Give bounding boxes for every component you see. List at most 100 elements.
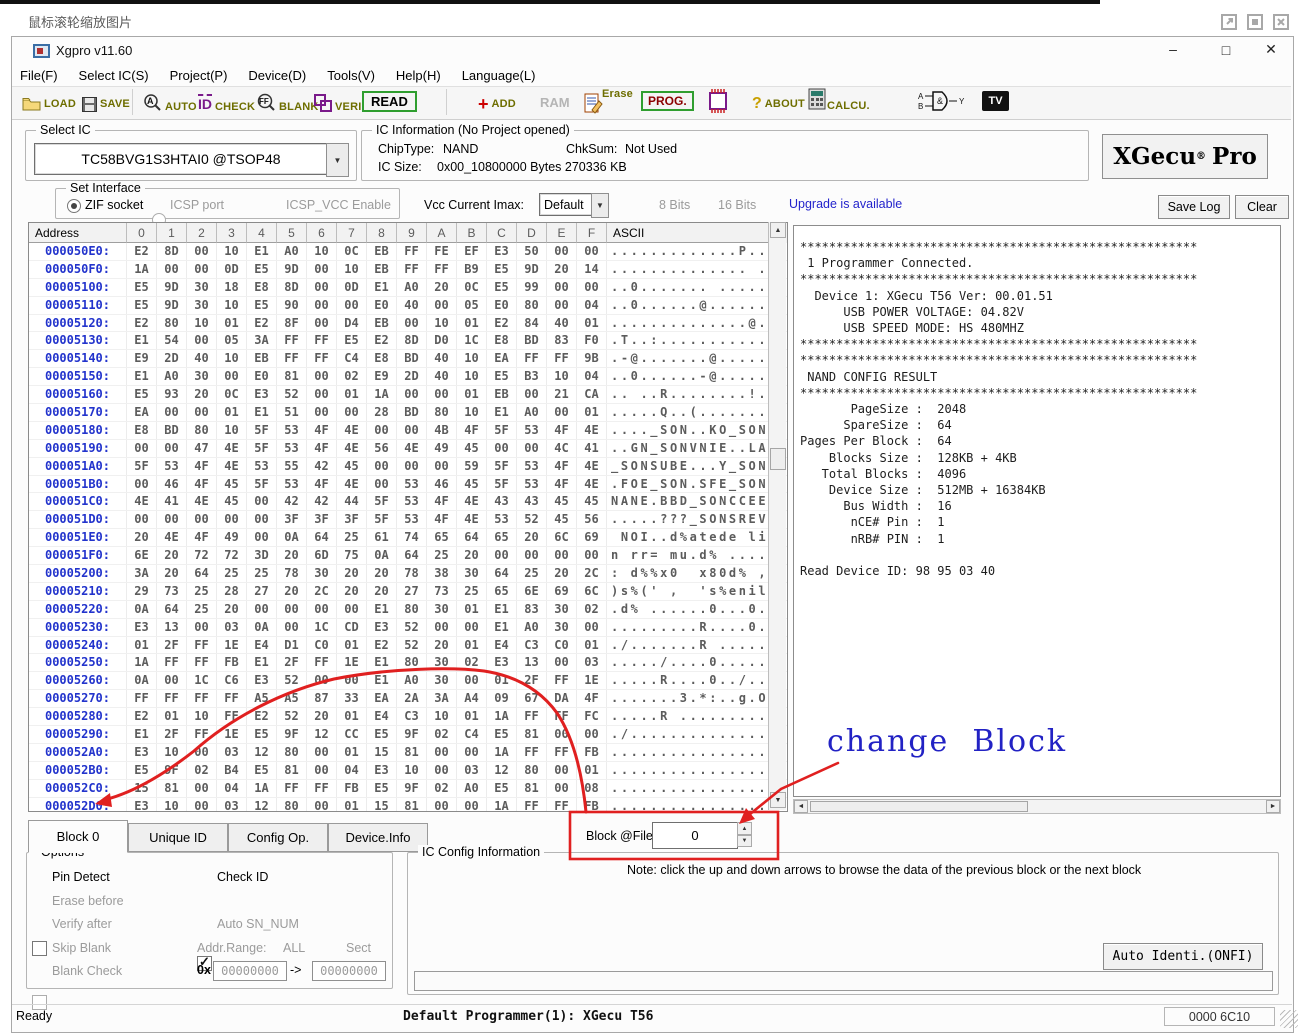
hex-byte[interactable]: 00: [427, 744, 457, 761]
hex-byte[interactable]: 45: [217, 493, 247, 510]
minimize-button[interactable]: –: [1163, 41, 1183, 57]
hex-byte[interactable]: 00: [187, 511, 217, 528]
hex-byte[interactable]: 0A: [367, 547, 397, 564]
hex-byte[interactable]: 00: [187, 744, 217, 761]
hex-byte[interactable]: FF: [547, 798, 577, 812]
hex-byte[interactable]: 20: [217, 601, 247, 618]
hex-byte[interactable]: 00: [217, 368, 247, 385]
hex-byte[interactable]: CC: [337, 726, 367, 743]
hex-byte[interactable]: EB: [367, 261, 397, 278]
hex-byte[interactable]: FB: [577, 744, 607, 761]
hex-byte[interactable]: 52: [397, 637, 427, 654]
hex-byte[interactable]: E1: [247, 404, 277, 421]
hex-byte[interactable]: 10: [457, 404, 487, 421]
hex-byte[interactable]: 05: [217, 332, 247, 349]
hex-byte[interactable]: E1: [367, 279, 397, 296]
hex-byte[interactable]: 1A: [367, 386, 397, 403]
hex-byte[interactable]: 00: [157, 672, 187, 689]
hex-byte[interactable]: 33: [337, 690, 367, 707]
hex-byte[interactable]: FF: [277, 350, 307, 367]
hex-byte[interactable]: 56: [577, 511, 607, 528]
hex-byte[interactable]: E2: [127, 243, 157, 260]
hex-byte[interactable]: 8D: [277, 279, 307, 296]
hex-byte[interactable]: D4: [337, 315, 367, 332]
hex-byte[interactable]: 30: [307, 565, 337, 582]
hex-byte[interactable]: 9F: [277, 726, 307, 743]
hex-byte[interactable]: 10: [457, 350, 487, 367]
hex-byte[interactable]: 45: [547, 493, 577, 510]
ram-button[interactable]: RAM: [540, 95, 570, 110]
hex-byte[interactable]: 00: [367, 458, 397, 475]
hex-byte[interactable]: 00: [127, 511, 157, 528]
hex-byte[interactable]: 83: [547, 332, 577, 349]
hex-byte[interactable]: 01: [457, 708, 487, 725]
hex-byte[interactable]: 81: [277, 762, 307, 779]
hex-byte[interactable]: 12: [247, 798, 277, 812]
hex-byte[interactable]: FB: [337, 780, 367, 797]
hex-byte[interactable]: 00: [457, 672, 487, 689]
hex-byte[interactable]: E3: [127, 744, 157, 761]
hex-byte[interactable]: 10: [157, 798, 187, 812]
read-button[interactable]: READ: [362, 91, 417, 112]
hex-byte[interactable]: 40: [427, 368, 457, 385]
hex-byte[interactable]: 3F: [277, 511, 307, 528]
hex-byte[interactable]: 47: [187, 440, 217, 457]
hex-byte[interactable]: 00: [157, 440, 187, 457]
hex-byte[interactable]: 10: [457, 368, 487, 385]
hex-byte[interactable]: 00: [247, 529, 277, 546]
hex-byte[interactable]: 20: [457, 547, 487, 564]
hex-byte[interactable]: 55: [277, 458, 307, 475]
hex-byte[interactable]: FF: [217, 690, 247, 707]
scrollbar-thumb[interactable]: [810, 801, 1028, 812]
menu-language-l-[interactable]: Language(L): [462, 68, 536, 83]
hex-byte[interactable]: 45: [457, 440, 487, 457]
hex-byte[interactable]: 73: [157, 583, 187, 600]
tab-unique-id[interactable]: Unique ID: [128, 823, 228, 852]
hex-byte[interactable]: 3F: [307, 511, 337, 528]
hex-byte[interactable]: B9: [457, 261, 487, 278]
hex-byte[interactable]: 14: [577, 261, 607, 278]
scrollbar-thumb[interactable]: [770, 448, 786, 470]
hex-byte[interactable]: E1: [367, 672, 397, 689]
hex-byte[interactable]: 01: [577, 315, 607, 332]
hex-byte[interactable]: 80: [397, 601, 427, 618]
hex-byte[interactable]: 00: [307, 368, 337, 385]
hex-byte[interactable]: 78: [397, 565, 427, 582]
hex-byte[interactable]: 00: [487, 547, 517, 564]
hex-byte[interactable]: 4E: [217, 458, 247, 475]
hex-byte[interactable]: 00: [337, 601, 367, 618]
hex-byte[interactable]: FF: [187, 690, 217, 707]
hex-byte[interactable]: E9: [127, 350, 157, 367]
hex-byte[interactable]: 10: [337, 261, 367, 278]
hex-byte[interactable]: 03: [217, 798, 247, 812]
hex-byte[interactable]: 00: [547, 279, 577, 296]
hex-byte[interactable]: CA: [577, 386, 607, 403]
hex-byte[interactable]: 00: [577, 243, 607, 260]
hex-byte[interactable]: 80: [277, 798, 307, 812]
ic-select-dropdown-button[interactable]: ▼: [326, 143, 349, 177]
hex-byte[interactable]: 01: [127, 637, 157, 654]
hex-byte[interactable]: 30: [547, 619, 577, 636]
hex-byte[interactable]: 1C: [187, 672, 217, 689]
hex-byte[interactable]: 3A: [247, 332, 277, 349]
check-id-button[interactable]: ID CHECK: [198, 90, 255, 116]
hex-byte[interactable]: 01: [457, 601, 487, 618]
hex-byte[interactable]: 81: [277, 368, 307, 385]
hex-byte[interactable]: 5F: [487, 476, 517, 493]
hex-byte[interactable]: E0: [487, 297, 517, 314]
hex-byte[interactable]: 87: [307, 690, 337, 707]
hex-byte[interactable]: E0: [367, 297, 397, 314]
hex-byte[interactable]: E5: [337, 332, 367, 349]
hex-byte[interactable]: 01: [577, 637, 607, 654]
hex-byte[interactable]: 00: [427, 297, 457, 314]
hex-byte[interactable]: 00: [187, 243, 217, 260]
hex-byte[interactable]: 53: [397, 493, 427, 510]
tab-device-info[interactable]: Device.Info: [328, 823, 428, 852]
hex-byte[interactable]: 43: [517, 493, 547, 510]
hex-byte[interactable]: A0: [517, 404, 547, 421]
hex-byte[interactable]: 25: [187, 601, 217, 618]
hex-byte[interactable]: A0: [397, 672, 427, 689]
outer-close-icon[interactable]: [1272, 13, 1290, 31]
hex-byte[interactable]: A0: [277, 243, 307, 260]
hex-byte[interactable]: 00: [397, 458, 427, 475]
